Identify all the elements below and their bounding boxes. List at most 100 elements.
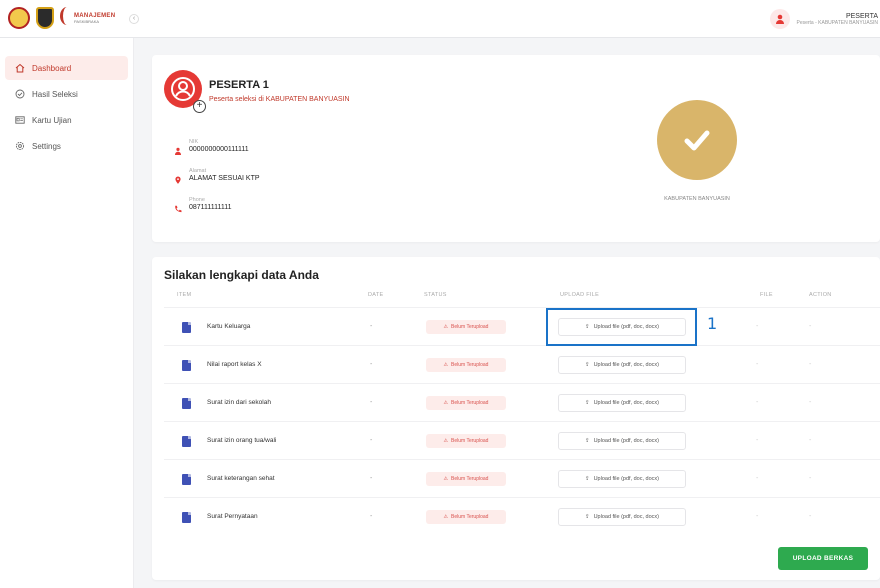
warning-icon: ⚠ — [443, 324, 449, 330]
nik-label: NIK — [189, 139, 199, 145]
status-badge: ⚠ Belum Terupload — [426, 358, 506, 372]
sidebar-item-kartu-ujian[interactable]: Kartu Ujian — [5, 108, 128, 132]
upload-berkas-button[interactable]: UPLOAD BERKAS — [778, 547, 868, 570]
document-icon — [182, 322, 191, 333]
file-cell: - — [756, 475, 759, 482]
change-photo-button[interactable]: + — [193, 100, 206, 113]
alamat-label: Alamat — [189, 168, 207, 174]
home-icon — [15, 63, 25, 73]
upload-file-button[interactable]: ⇪ Upload file (pdf, doc, docx) — [558, 432, 686, 450]
document-icon — [182, 398, 191, 409]
item-date: - — [370, 475, 373, 482]
action-cell: - — [809, 323, 812, 330]
warning-icon: ⚠ — [443, 476, 449, 482]
item-date: - — [370, 437, 373, 444]
warning-icon: ⚠ — [443, 514, 449, 520]
upload-button-label: Upload file (pdf, doc, docx) — [593, 476, 660, 482]
item-name: Surat Pernyataan — [207, 513, 258, 520]
user-menu[interactable]: PESERTA Peserta - KABUPATEN BANYUASIN — [770, 6, 880, 32]
upload-icon: ⇪ — [584, 476, 590, 482]
action-cell: - — [809, 399, 812, 406]
item-date: - — [370, 323, 373, 330]
upload-section-title: Silakan lengkapi data Anda — [164, 268, 319, 282]
column-header-item: ITEM — [177, 292, 192, 298]
region-label: KABUPATEN BANYUASIN — [664, 196, 730, 202]
phone-value: 087111111111 — [189, 204, 232, 211]
item-name: Surat keterangan sehat — [207, 475, 275, 482]
status-text: Belum Terupload — [451, 324, 489, 330]
user-name: PESERTA — [845, 12, 878, 20]
upload-icon: ⇪ — [584, 362, 590, 368]
sidebar-item-dashboard[interactable]: Dashboard — [5, 56, 128, 80]
table-row: Kartu Keluarga - ⚠ Belum Terupload ⇪ Uploa… — [164, 307, 880, 345]
garuda-logo-icon — [8, 7, 30, 29]
status-badge: ⚠ Belum Terupload — [426, 510, 506, 524]
document-icon — [182, 474, 191, 485]
participant-subtitle: Peserta seleksi di KABUPATEN BANYUASIN — [209, 96, 350, 103]
table-row: Surat keterangan sehat - ⚠ Belum Teruploa… — [164, 459, 880, 497]
sidebar-item-hasil-seleksi[interactable]: Hasil Seleksi — [5, 82, 128, 106]
item-name: Nilai raport kelas X — [207, 361, 262, 368]
file-cell: - — [756, 323, 759, 330]
action-cell: - — [809, 361, 812, 368]
table-row: Nilai raport kelas X - ⚠ Belum Terupload … — [164, 345, 880, 383]
table-row: Surat izin orang tua/wali - ⚠ Belum Terup… — [164, 421, 880, 459]
action-cell: - — [809, 513, 812, 520]
participant-name: PESERTA 1 — [209, 79, 269, 91]
column-header-upload: UPLOAD FILE — [560, 292, 600, 298]
user-role: Peserta - KABUPATEN BANYUASIN — [796, 19, 878, 26]
shield-logo-icon — [36, 7, 54, 29]
sidebar-item-label: Settings — [32, 141, 61, 151]
verified-check-icon — [657, 100, 737, 180]
upload-file-button[interactable]: ⇪ Upload file (pdf, doc, docx) — [558, 394, 686, 412]
logo-group: MANAJEMEN PASKIBRAKA — [8, 7, 130, 29]
table-row: Surat izin dari sekolah - ⚠ Belum Teruplo… — [164, 383, 880, 421]
document-upload-card: Silakan lengkapi data Anda ITEM DATE STA… — [152, 257, 880, 580]
swoosh-icon — [60, 7, 74, 25]
alamat-info: Alamat ALAMAT SESUAI KTP — [174, 168, 260, 184]
status-badge: ⚠ Belum Terupload — [426, 434, 506, 448]
annotation-highlight-box — [546, 308, 697, 346]
item-name: Surat izin orang tua/wali — [207, 437, 277, 444]
nik-info: NIK 0000000000111111 — [174, 139, 249, 155]
profile-card: + PESERTA 1 Peserta seleksi di KABUPATEN… — [152, 55, 880, 242]
upload-file-button[interactable]: ⇪ Upload file (pdf, doc, docx) — [558, 508, 686, 526]
file-cell: - — [756, 513, 759, 520]
person-icon — [174, 142, 182, 155]
sidebar-item-settings[interactable]: Settings — [5, 134, 128, 158]
status-text: Belum Terupload — [451, 362, 489, 368]
annotation-label: 1 — [707, 314, 718, 333]
phone-icon — [174, 200, 182, 213]
document-icon — [182, 436, 191, 447]
status-badge: ⚠ Belum Terupload — [426, 472, 506, 486]
upload-button-label: Upload file (pdf, doc, docx) — [593, 438, 660, 444]
upload-button-label: Upload file (pdf, doc, docx) — [593, 400, 660, 406]
sidebar-collapse-button[interactable]: ‹ — [129, 14, 139, 24]
id-card-icon — [15, 115, 25, 125]
item-date: - — [370, 399, 373, 406]
file-cell: - — [756, 399, 759, 406]
action-cell: - — [809, 437, 812, 444]
item-date: - — [370, 513, 373, 520]
item-name: Surat izin dari sekolah — [207, 399, 271, 406]
status-badge: ⚠ Belum Terupload — [426, 396, 506, 410]
sidebar: Dashboard Hasil Seleksi Kartu Ujian Sett… — [0, 38, 134, 588]
status-text: Belum Terupload — [451, 400, 489, 406]
warning-icon: ⚠ — [443, 400, 449, 406]
table-row: Surat Pernyataan - ⚠ Belum Terupload ⇪ Upl… — [164, 497, 880, 535]
document-icon — [182, 512, 191, 523]
column-header-date: DATE — [368, 292, 384, 298]
sidebar-item-label: Dashboard — [32, 63, 72, 73]
upload-file-button[interactable]: ⇪ Upload file (pdf, doc, docx) — [558, 470, 686, 488]
upload-icon: ⇪ — [584, 400, 590, 406]
logo-subtitle: PASKIBRAKA — [74, 18, 100, 24]
app-logo: MANAJEMEN PASKIBRAKA — [60, 7, 130, 29]
upload-file-button[interactable]: ⇪ Upload file (pdf, doc, docx) — [558, 356, 686, 374]
check-circle-icon — [15, 89, 25, 99]
location-pin-icon — [174, 171, 182, 184]
upload-button-label: Upload file (pdf, doc, docx) — [593, 514, 660, 520]
document-icon — [182, 360, 191, 371]
status-text: Belum Terupload — [451, 514, 489, 520]
file-cell: - — [756, 361, 759, 368]
column-header-status: STATUS — [424, 292, 447, 298]
